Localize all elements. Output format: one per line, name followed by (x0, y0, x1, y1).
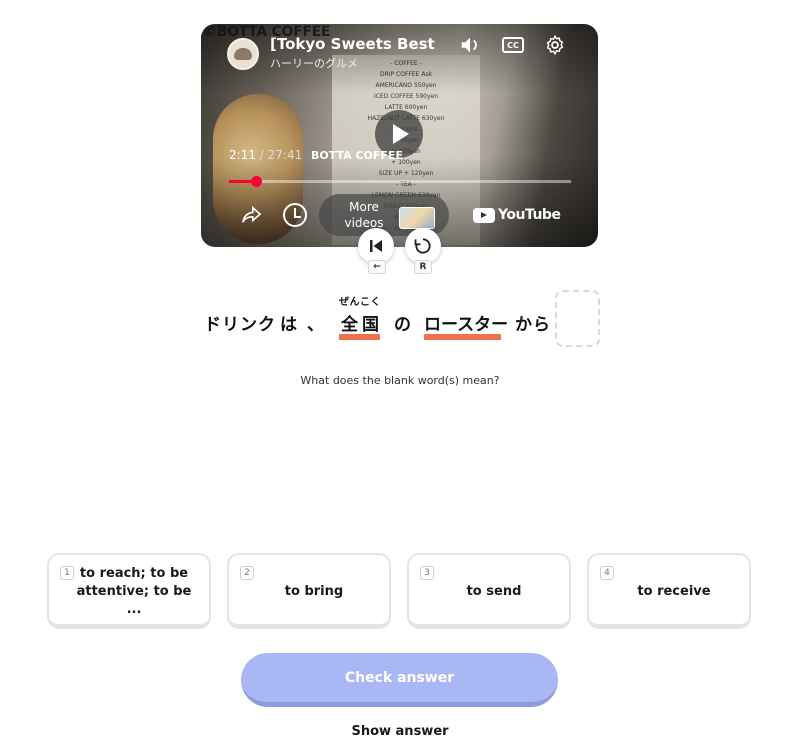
share-icon[interactable] (239, 203, 263, 227)
video-timecode: 2:11 / 27:41 (229, 148, 302, 162)
sentence-token-highlighted[interactable]: ロースター (424, 310, 508, 335)
answer-blank (555, 290, 600, 347)
replay-button[interactable] (405, 228, 441, 264)
option-number: 4 (600, 566, 614, 580)
youtube-play-icon (473, 207, 495, 223)
video-channel-name[interactable]: ハーリーのグルメ (270, 55, 358, 71)
option-1[interactable]: 1 to reach; to be attentive; to be ... (47, 553, 211, 629)
more-videos-thumbnail[interactable] (399, 207, 435, 229)
show-answer-link[interactable]: Show answer (0, 724, 800, 739)
sentence-token-highlighted[interactable]: 全国 (341, 310, 383, 335)
skip-back-icon (370, 240, 382, 252)
sentence-token[interactable]: は (280, 310, 298, 335)
video-duration: 27:41 (267, 148, 303, 162)
previous-button[interactable] (358, 228, 394, 264)
previous-key-hint: ← (368, 260, 386, 274)
channel-avatar-icon[interactable] (227, 38, 259, 70)
option-number: 1 (60, 566, 74, 580)
option-number: 3 (420, 566, 434, 580)
progress-knob[interactable] (251, 176, 263, 187)
current-time: 2:11 (229, 148, 256, 162)
option-label: to bring (284, 583, 344, 599)
captions-icon[interactable]: CC (502, 37, 524, 53)
sentence-token[interactable]: ドリンク (204, 310, 276, 335)
option-number: 2 (240, 566, 254, 580)
replay-icon (414, 238, 431, 254)
sentence: ドリンク は 、 ぜんこく 全国 の ロースター から (0, 288, 800, 348)
settings-gear-icon[interactable] (544, 34, 566, 56)
watch-later-icon[interactable] (283, 203, 307, 227)
highlight-underline (424, 334, 501, 340)
option-label: to reach; to be attentive; to be ... (76, 565, 192, 617)
menu-line: ICED COFFEE 590yen (373, 93, 439, 100)
more-videos-label: More videos (344, 200, 384, 230)
volume-icon[interactable] (459, 34, 481, 56)
replay-key-hint: R (414, 260, 432, 274)
time-separator: / (255, 148, 268, 162)
option-4[interactable]: 4 to receive (587, 553, 751, 629)
youtube-logo[interactable]: YouTube (473, 207, 561, 223)
sentence-token[interactable]: から (515, 310, 551, 335)
video-title[interactable]: [Tokyo Sweets Best 7] L (270, 35, 440, 53)
option-2[interactable]: 2 to bring (227, 553, 391, 629)
option-label: to receive (637, 583, 711, 599)
question-prompt: What does the blank word(s) mean? (300, 374, 500, 387)
check-answer-button[interactable]: Check answer (241, 653, 558, 707)
option-3[interactable]: 3 to send (407, 553, 571, 629)
furigana: ぜんこく (339, 297, 381, 308)
highlight-underline (339, 334, 380, 340)
video-player[interactable]: - COFFEE -DRIP COFFEE AskAMERICANO 550ye… (201, 24, 598, 247)
chapter-title[interactable]: BOTTA COFFEE (311, 149, 403, 162)
video-progress-bar[interactable] (229, 176, 571, 187)
option-label: to send (466, 583, 522, 599)
youtube-wordmark: YouTube (498, 207, 561, 223)
sentence-token[interactable]: の (394, 310, 412, 335)
sentence-token: 、 (307, 315, 325, 335)
